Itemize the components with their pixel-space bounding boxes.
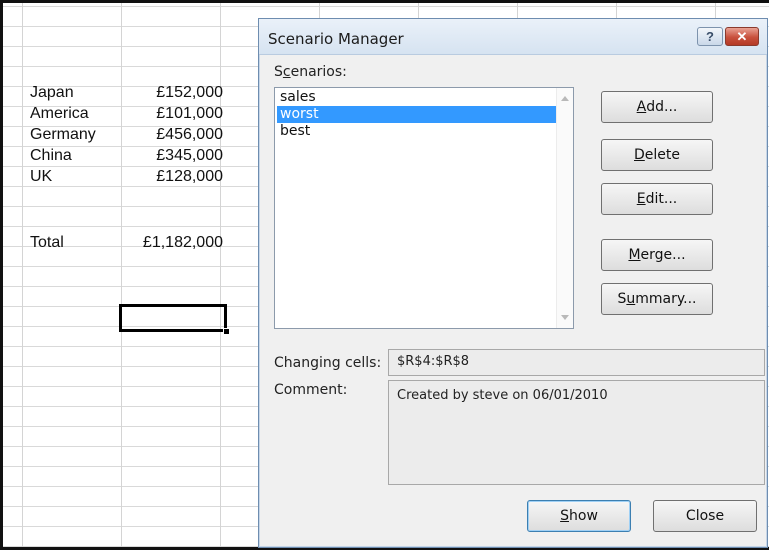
comment-label: Comment:: [274, 382, 348, 398]
dialog-title: Scenario Manager: [268, 30, 404, 48]
changing-cells-label: Changing cells:: [274, 355, 382, 371]
cell-value-japan[interactable]: £152,000: [120, 83, 223, 103]
list-scrollbar[interactable]: [556, 88, 573, 328]
merge-button[interactable]: Merge...: [601, 239, 713, 271]
list-item-best[interactable]: best: [277, 123, 558, 140]
add-button[interactable]: Add...: [601, 91, 713, 123]
scenarios-listbox[interactable]: sales worst best: [274, 87, 574, 329]
cell-country-japan[interactable]: Japan: [30, 83, 74, 103]
help-button[interactable]: ?: [697, 27, 723, 46]
cell-value-america[interactable]: £101,000: [120, 104, 223, 124]
window-close-button[interactable]: ✕: [725, 27, 759, 46]
summary-button[interactable]: Su mmary...: [601, 283, 713, 315]
cell-country-germany[interactable]: Germany: [30, 125, 96, 145]
close-icon: ✕: [736, 28, 748, 44]
comment-field: Created by steve on 06/01/2010: [388, 380, 765, 485]
scroll-down-icon[interactable]: [561, 315, 569, 320]
cell-country-china[interactable]: China: [30, 146, 72, 166]
delete-button[interactable]: Delete: [601, 139, 713, 171]
changing-cells-field: $R$4:$R$8: [388, 349, 765, 376]
help-icon: ?: [706, 29, 714, 44]
list-item-worst[interactable]: worst: [277, 106, 558, 123]
edit-button[interactable]: Edit...: [601, 183, 713, 215]
cell-total-value[interactable]: £1,182,000: [120, 233, 223, 253]
cell-total-label[interactable]: Total: [30, 233, 64, 253]
cell-value-china[interactable]: £345,000: [120, 146, 223, 166]
fill-handle[interactable]: [223, 328, 230, 335]
active-cell-selection[interactable]: [119, 304, 230, 335]
cell-value-germany[interactable]: £456,000: [120, 125, 223, 145]
list-item-sales[interactable]: sales: [277, 89, 558, 106]
cell-country-uk[interactable]: UK: [30, 167, 52, 187]
cell-value-uk[interactable]: £128,000: [120, 167, 223, 187]
cell-country-america[interactable]: America: [30, 104, 89, 124]
close-button[interactable]: Close: [653, 500, 757, 532]
scenario-manager-dialog: Scenario Manager ? ✕ Scenarios: sales wo…: [258, 18, 768, 548]
show-button[interactable]: Show: [527, 500, 631, 532]
scenarios-label: Scenarios:: [274, 64, 347, 80]
scroll-up-icon[interactable]: [561, 96, 569, 101]
dialog-titlebar[interactable]: Scenario Manager ? ✕: [259, 19, 767, 55]
